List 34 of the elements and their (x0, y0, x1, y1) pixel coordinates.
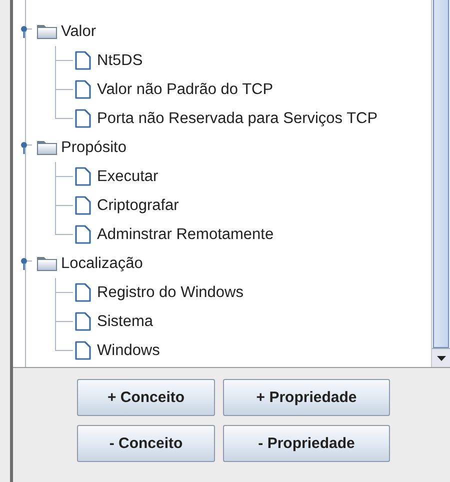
tree-item[interactable]: Propósito (61, 138, 126, 156)
action-button[interactable]: - Conceito (77, 425, 215, 462)
tree-item[interactable]: Valor (61, 22, 96, 40)
tree-item[interactable]: Executar (97, 168, 158, 186)
folder-icon (36, 255, 58, 272)
scrollbar-thumb[interactable] (433, 0, 449, 348)
tree-item[interactable]: Valor não Padrão do TCP (97, 80, 274, 98)
action-button[interactable]: - Propriedade (223, 425, 390, 462)
tree-item[interactable]: Sistema (97, 312, 153, 330)
expand-handle-icon[interactable] (20, 257, 32, 270)
folder-icon (36, 139, 58, 156)
document-icon (75, 167, 91, 186)
tree-item[interactable]: Windows (97, 342, 160, 360)
tree-item[interactable]: Registro do Windows (97, 284, 244, 302)
document-icon (75, 283, 91, 302)
tree-item[interactable]: Nt5DS (97, 52, 143, 70)
document-icon (75, 80, 91, 99)
document-icon (75, 225, 91, 244)
document-icon (75, 341, 91, 360)
document-icon (75, 51, 91, 70)
folder-icon (36, 23, 58, 40)
document-icon (75, 109, 91, 128)
document-icon (75, 312, 91, 331)
tree-item[interactable]: Localização (61, 254, 143, 272)
expand-handle-icon[interactable] (20, 25, 32, 38)
document-icon (75, 196, 91, 215)
scroll-down-button[interactable] (432, 348, 450, 367)
down-arrow-icon (436, 356, 446, 360)
tree-item[interactable]: Criptografar (97, 196, 179, 214)
action-button[interactable]: + Conceito (77, 379, 215, 416)
tree-item[interactable]: Adminstrar Remotamente (97, 226, 274, 244)
expand-handle-icon[interactable] (20, 141, 32, 154)
tree-item[interactable]: Porta não Reservada para Serviços TCP (97, 110, 378, 128)
action-button[interactable]: + Propriedade (223, 379, 390, 416)
